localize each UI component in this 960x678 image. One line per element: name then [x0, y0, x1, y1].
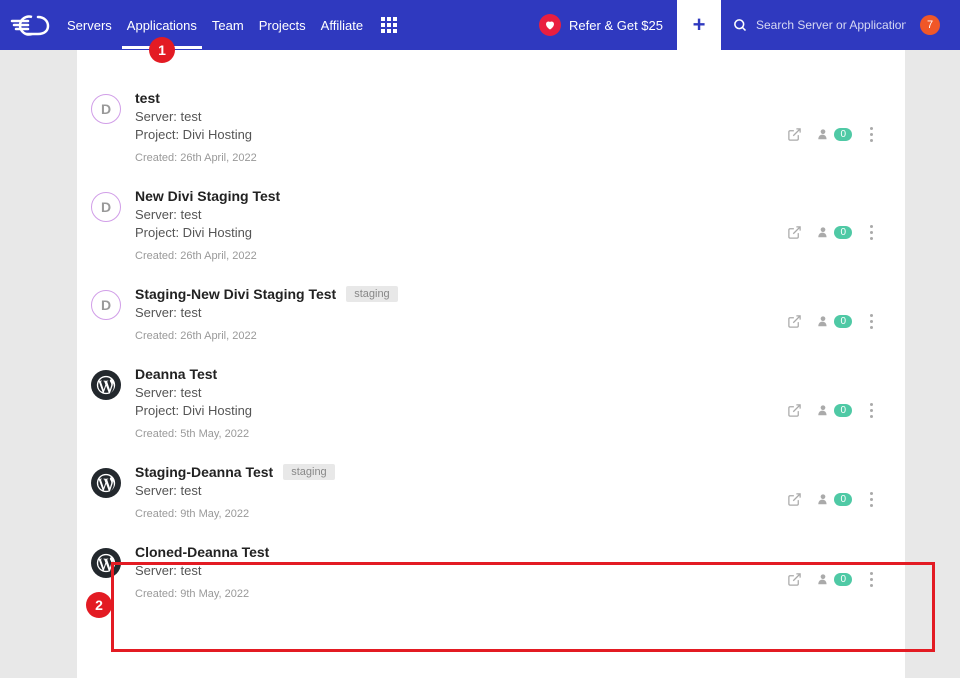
- more-menu-icon[interactable]: [866, 403, 877, 418]
- user-icon: [816, 403, 830, 417]
- divi-app-icon: D: [91, 290, 121, 320]
- app-info: Staging-Deanna Test staging Server: test Cr…: [135, 464, 787, 520]
- search-container: 7: [723, 15, 950, 35]
- more-menu-icon[interactable]: [866, 492, 877, 507]
- app-actions: 0: [787, 478, 877, 520]
- app-created: Created: 9th May, 2022: [135, 508, 787, 520]
- app-project: Project: Divi Hosting: [135, 127, 787, 142]
- search-input[interactable]: [756, 18, 906, 32]
- count-badge: 0: [834, 404, 852, 417]
- open-external-icon[interactable]: [787, 572, 802, 587]
- app-info: Cloned-Deanna Test Server: test Created: 9…: [135, 544, 787, 600]
- application-row[interactable]: Cloned-Deanna Test Server: test Created: 9…: [77, 534, 905, 614]
- applications-list: Dtest Server: test Project: Divi Hosting Cr…: [77, 50, 905, 678]
- application-row[interactable]: Deanna Test Server: test Project: Divi Hos…: [77, 356, 905, 454]
- user-icon: [816, 127, 830, 141]
- count-badge: 0: [834, 315, 852, 328]
- wordpress-app-icon: [91, 548, 121, 578]
- heart-icon: [539, 14, 561, 36]
- app-created: Created: 26th April, 2022: [135, 330, 787, 342]
- apps-grid-icon[interactable]: [381, 17, 397, 33]
- application-row[interactable]: D Staging-New Divi Staging Test staging Ser…: [77, 276, 905, 356]
- more-menu-icon[interactable]: [866, 127, 877, 142]
- more-menu-icon[interactable]: [866, 572, 877, 587]
- app-server: Server: test: [135, 385, 787, 400]
- more-menu-icon[interactable]: [866, 225, 877, 240]
- refer-label: Refer & Get $25: [569, 18, 663, 33]
- app-actions: 0: [787, 300, 877, 342]
- count-badge: 0: [834, 573, 852, 586]
- app-title[interactable]: New Divi Staging Test: [135, 188, 280, 204]
- user-count[interactable]: 0: [816, 314, 852, 328]
- count-badge: 0: [834, 493, 852, 506]
- app-info: New Divi Staging Test Server: test Project…: [135, 188, 787, 262]
- app-info: test Server: test Project: Divi Hosting Cre…: [135, 90, 787, 164]
- app-title[interactable]: Staging-New Divi Staging Test: [135, 286, 336, 302]
- more-menu-icon[interactable]: [866, 314, 877, 329]
- app-project: Project: Divi Hosting: [135, 225, 787, 240]
- app-actions: 0: [787, 380, 877, 440]
- user-icon: [816, 314, 830, 328]
- app-server: Server: test: [135, 305, 787, 320]
- application-row[interactable]: Dtest Server: test Project: Divi Hosting Cr…: [77, 80, 905, 178]
- top-header: Servers Applications Team Projects Affil…: [0, 0, 960, 50]
- logo[interactable]: [10, 10, 52, 40]
- app-created: Created: 9th May, 2022: [135, 588, 787, 600]
- main-nav: Servers Applications Team Projects Affil…: [67, 2, 363, 49]
- user-count[interactable]: 0: [816, 127, 852, 141]
- open-external-icon[interactable]: [787, 314, 802, 329]
- app-server: Server: test: [135, 483, 787, 498]
- app-server: Server: test: [135, 207, 787, 222]
- app-actions: 0: [787, 104, 877, 164]
- nav-team[interactable]: Team: [212, 2, 244, 49]
- staging-tag: staging: [283, 464, 334, 480]
- annotation-1: 1: [149, 37, 175, 63]
- app-title[interactable]: Staging-Deanna Test: [135, 464, 273, 480]
- notification-badge[interactable]: 7: [920, 15, 940, 35]
- count-badge: 0: [834, 226, 852, 239]
- app-created: Created: 26th April, 2022: [135, 152, 787, 164]
- app-title[interactable]: Cloned-Deanna Test: [135, 544, 269, 560]
- user-count[interactable]: 0: [816, 492, 852, 506]
- app-created: Created: 26th April, 2022: [135, 250, 787, 262]
- divi-app-icon: D: [91, 192, 121, 222]
- app-actions: 0: [787, 202, 877, 262]
- open-external-icon[interactable]: [787, 403, 802, 418]
- application-row[interactable]: D New Divi Staging Test Server: test Projec…: [77, 178, 905, 276]
- app-actions: 0: [787, 558, 877, 600]
- refer-button[interactable]: Refer & Get $25: [539, 14, 663, 36]
- app-title[interactable]: test: [135, 90, 160, 106]
- user-icon: [816, 225, 830, 239]
- app-server: Server: test: [135, 563, 787, 578]
- annotation-2: 2: [86, 592, 112, 618]
- search-icon: [733, 18, 748, 33]
- user-count[interactable]: 0: [816, 403, 852, 417]
- staging-tag: staging: [346, 286, 397, 302]
- user-count[interactable]: 0: [816, 225, 852, 239]
- wordpress-app-icon: [91, 370, 121, 400]
- count-badge: 0: [834, 128, 852, 141]
- user-icon: [816, 492, 830, 506]
- user-count[interactable]: 0: [816, 572, 852, 586]
- nav-affiliate[interactable]: Affiliate: [321, 2, 363, 49]
- add-button[interactable]: +: [677, 0, 721, 50]
- user-icon: [816, 572, 830, 586]
- open-external-icon[interactable]: [787, 225, 802, 240]
- application-row[interactable]: Staging-Deanna Test staging Server: test Cr…: [77, 454, 905, 534]
- nav-servers[interactable]: Servers: [67, 2, 112, 49]
- app-info: Deanna Test Server: test Project: Divi Hos…: [135, 366, 787, 440]
- wordpress-app-icon: [91, 468, 121, 498]
- app-created: Created: 5th May, 2022: [135, 428, 787, 440]
- app-title[interactable]: Deanna Test: [135, 366, 217, 382]
- app-project: Project: Divi Hosting: [135, 403, 787, 418]
- nav-projects[interactable]: Projects: [259, 2, 306, 49]
- app-info: Staging-New Divi Staging Test staging Serv…: [135, 286, 787, 342]
- open-external-icon[interactable]: [787, 492, 802, 507]
- divi-app-icon: D: [91, 94, 121, 124]
- app-server: Server: test: [135, 109, 787, 124]
- open-external-icon[interactable]: [787, 127, 802, 142]
